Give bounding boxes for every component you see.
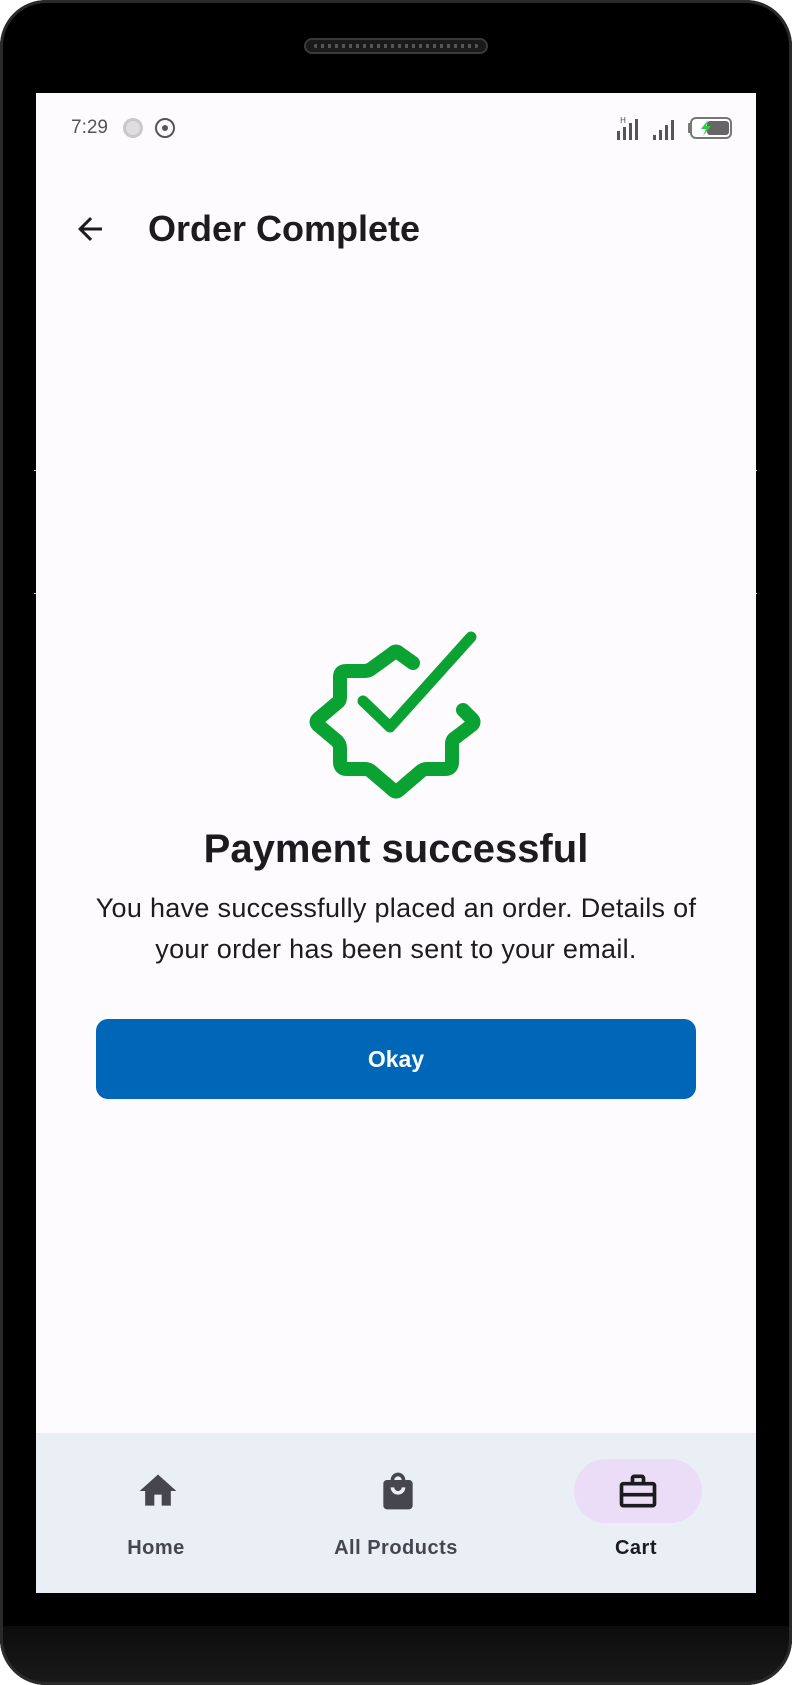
page-title: Order Complete — [148, 208, 421, 249]
app-screen: 7:29 H Order Complete Payment successful… — [36, 93, 756, 1593]
nav-pill-all-products — [334, 1459, 462, 1523]
svg-text:H: H — [620, 116, 626, 125]
nav-label-all-products: All Products — [334, 1537, 458, 1559]
briefcase-icon — [619, 1474, 657, 1508]
nav-label-home: Home — [127, 1537, 185, 1559]
bottom-navigation-bar: Home All Products Cart — [36, 1433, 756, 1593]
earpiece-speaker — [304, 38, 488, 54]
battery-charging-icon — [687, 117, 733, 144]
nav-pill-cart — [574, 1459, 702, 1523]
okay-button[interactable]: Okay — [96, 1019, 696, 1099]
nav-item-cart[interactable]: Cart — [516, 1433, 756, 1593]
bottom-bezel — [0, 1626, 792, 1685]
status-bar: 7:29 H — [36, 93, 756, 163]
arrow-left-icon — [78, 217, 102, 241]
success-message: You have successfully placed an order. D… — [95, 893, 697, 964]
phone-frame: 7:29 H Order Complete Payment successful… — [0, 0, 792, 1685]
verified-badge-check-icon — [300, 623, 492, 815]
signal-strength-icon-2 — [652, 115, 680, 146]
nav-pill-home — [94, 1459, 222, 1523]
target-icon — [154, 117, 176, 144]
nav-item-all-products[interactable]: All Products — [276, 1433, 516, 1593]
nav-item-home[interactable]: Home — [36, 1433, 276, 1593]
nav-label-cart: Cart — [614, 1537, 657, 1559]
home-icon — [139, 1474, 177, 1506]
notification-circle-icon — [122, 117, 144, 144]
signal-strength-icon: H — [616, 115, 646, 146]
back-button[interactable] — [66, 205, 114, 253]
status-time: 7:29 — [71, 117, 108, 138]
success-title: Payment successful — [203, 827, 589, 871]
shopping-bag-icon — [383, 1472, 413, 1510]
